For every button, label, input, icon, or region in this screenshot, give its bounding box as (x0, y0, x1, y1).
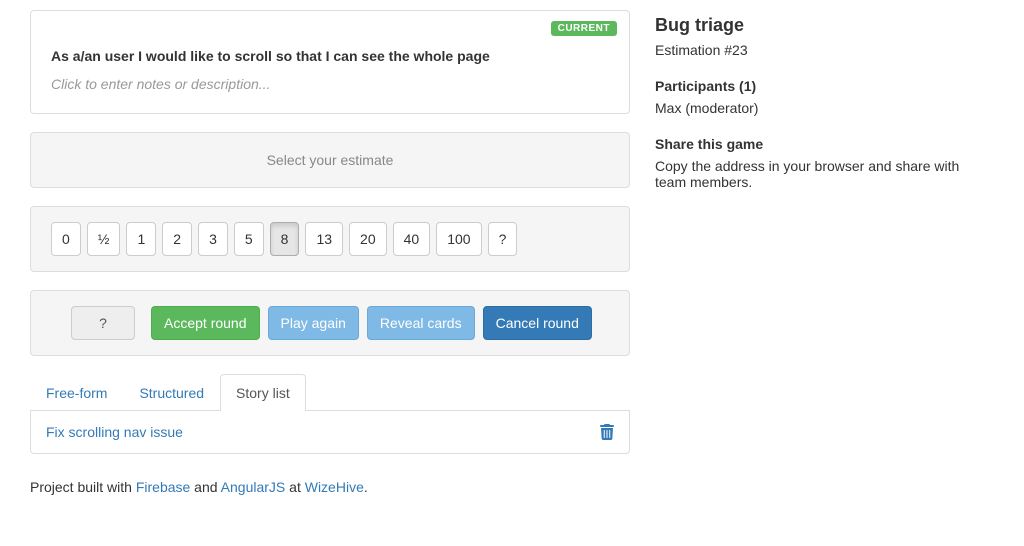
tab-storylist[interactable]: Story list (220, 374, 306, 411)
estimate-prompt: Select your estimate (51, 148, 609, 172)
estimate-card-1[interactable]: 1 (126, 222, 156, 256)
trash-icon[interactable] (600, 424, 614, 440)
main-column: CURRENT As a/an user I would like to scr… (30, 10, 630, 495)
play-again-button[interactable]: Play again (268, 306, 359, 340)
estimate-card-?[interactable]: ? (488, 222, 518, 256)
footer-link-wizehive[interactable]: WizeHive (305, 479, 364, 495)
share-heading: Share this game (655, 136, 994, 152)
estimate-prompt-panel: Select your estimate (30, 132, 630, 188)
footer-link-firebase[interactable]: Firebase (136, 479, 190, 495)
estimate-card-½[interactable]: ½ (87, 222, 121, 256)
participants-heading: Participants (1) (655, 78, 994, 94)
estimation-number: Estimation #23 (655, 42, 994, 58)
estimate-card-5[interactable]: 5 (234, 222, 264, 256)
estimate-card-13[interactable]: 13 (305, 222, 343, 256)
estimate-card-20[interactable]: 20 (349, 222, 387, 256)
estimate-card-8[interactable]: 8 (270, 222, 300, 256)
card-row: 0½12358132040100? (51, 222, 609, 256)
share-text: Copy the address in your browser and sha… (655, 158, 994, 190)
footer-text: and (190, 479, 220, 495)
sidebar: Bug triage Estimation #23 Participants (… (655, 10, 994, 495)
estimate-card-2[interactable]: 2 (162, 222, 192, 256)
cancel-round-button[interactable]: Cancel round (483, 306, 592, 340)
estimate-card-40[interactable]: 40 (393, 222, 431, 256)
estimate-card-3[interactable]: 3 (198, 222, 228, 256)
footer-text: . (364, 479, 368, 495)
tab-structured[interactable]: Structured (123, 374, 220, 411)
estimate-card-100[interactable]: 100 (436, 222, 481, 256)
footer-text: Project built with (30, 479, 136, 495)
tabs: Free-form Structured Story list (30, 374, 630, 411)
cards-panel: 0½12358132040100? (30, 206, 630, 272)
current-badge: CURRENT (551, 21, 617, 36)
participant-item: Max (moderator) (655, 100, 994, 116)
reveal-cards-button[interactable]: Reveal cards (367, 306, 475, 340)
tab-freeform[interactable]: Free-form (30, 374, 123, 411)
result-value: ? (71, 306, 135, 340)
actions-panel: ? Accept round Play again Reveal cards C… (30, 290, 630, 356)
estimate-card-0[interactable]: 0 (51, 222, 81, 256)
current-story-panel: CURRENT As a/an user I would like to scr… (30, 10, 630, 114)
storylist-content: Fix scrolling nav issue (30, 411, 630, 454)
game-title: Bug triage (655, 15, 994, 36)
footer-link-angularjs[interactable]: AngularJS (221, 479, 286, 495)
story-title: As a/an user I would like to scroll so t… (51, 48, 609, 64)
accept-round-button[interactable]: Accept round (151, 306, 260, 340)
story-link[interactable]: Fix scrolling nav issue (46, 424, 183, 440)
footer: Project built with Firebase and AngularJ… (30, 479, 630, 495)
notes-input[interactable]: Click to enter notes or description... (51, 76, 609, 92)
footer-text: at (285, 479, 304, 495)
